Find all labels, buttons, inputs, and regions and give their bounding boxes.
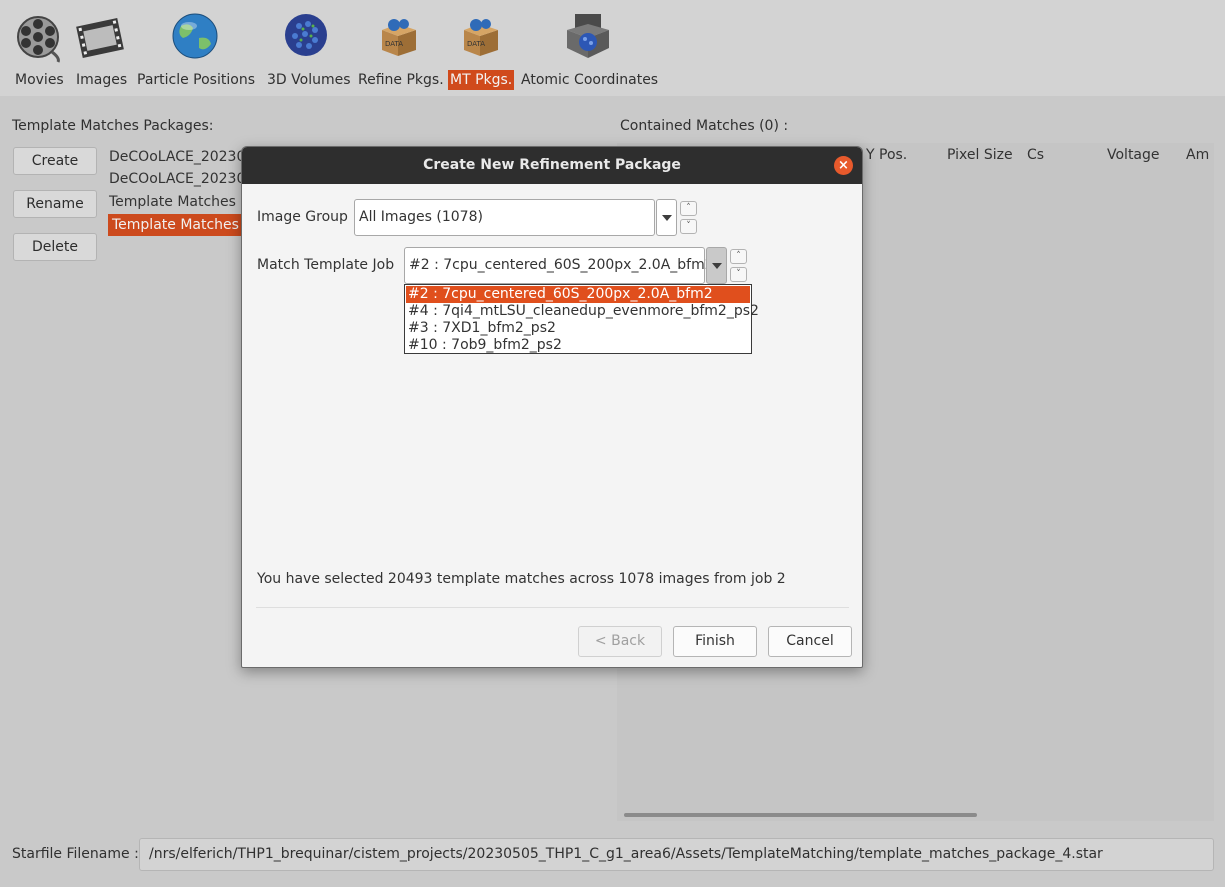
column-header[interactable]: Pixel Size: [947, 147, 1013, 163]
spin-down-icon[interactable]: ˅: [730, 267, 747, 282]
film-strip-icon: [74, 12, 126, 64]
spin-up-icon[interactable]: ˄: [730, 249, 747, 264]
toolbar-item-particle-positions[interactable]: Particle Positions: [135, 0, 259, 96]
spin-down-icon[interactable]: ˅: [680, 219, 697, 234]
dialog-title: Create New Refinement Package: [242, 147, 862, 184]
column-header[interactable]: Y Pos.: [866, 147, 907, 163]
starfile-label: Starfile Filename :: [12, 846, 139, 862]
toolbar-item-images[interactable]: Images: [73, 0, 127, 96]
atomic-model-icon: [563, 12, 615, 64]
toolbar-item-mt-pkgs[interactable]: DATA MT Pkgs.: [447, 0, 515, 96]
dropdown-option[interactable]: #3 : 7XD1_bfm2_ps2: [406, 320, 750, 337]
cancel-button[interactable]: Cancel: [768, 626, 852, 657]
close-icon[interactable]: ×: [834, 156, 853, 175]
contained-matches-heading: Contained Matches (0) :: [620, 118, 789, 134]
dropdown-option-selected[interactable]: #2 : 7cpu_centered_60S_200px_2.0A_bfm2: [406, 286, 750, 303]
data-box-icon: DATA: [456, 12, 508, 64]
spin-up-icon[interactable]: ˄: [680, 201, 697, 216]
match-template-job-select[interactable]: #2 : 7cpu_centered_60S_200px_2.0A_bfm2: [404, 247, 714, 284]
toolbar-item-atomic-coordinates[interactable]: Atomic Coordinates: [519, 0, 659, 96]
data-box-icon: DATA: [374, 12, 426, 64]
column-header[interactable]: Am: [1186, 147, 1209, 163]
selection-status: You have selected 20493 template matches…: [257, 571, 786, 587]
toolbar-item-movies[interactable]: Movies: [12, 0, 66, 96]
create-refinement-package-dialog: Create New Refinement Package × Image Gr…: [241, 146, 863, 668]
match-template-job-label: Match Template Job: [257, 257, 395, 273]
molecule-sphere-icon: [283, 12, 335, 64]
chevron-down-icon[interactable]: [656, 199, 677, 236]
chevron-down-icon[interactable]: [706, 247, 727, 284]
list-item[interactable]: DeCOoLACE_202305: [109, 168, 254, 190]
create-button[interactable]: Create: [13, 147, 97, 175]
image-group-select[interactable]: All Images (1078): [354, 199, 655, 236]
dropdown-option[interactable]: #4 : 7qi4_mtLSU_cleanedup_evenmore_bfm2_…: [406, 303, 759, 320]
packages-heading: Template Matches Packages:: [12, 118, 214, 134]
toolbar-label: 3D Volumes: [267, 72, 351, 88]
toolbar-label: Movies: [15, 72, 64, 88]
toolbar-item-3d-volumes[interactable]: 3D Volumes: [265, 0, 351, 96]
column-header[interactable]: Cs: [1027, 147, 1044, 163]
toolbar-item-refine-pkgs[interactable]: DATA Refine Pkgs.: [356, 0, 444, 96]
finish-button[interactable]: Finish: [673, 626, 757, 657]
list-item-selected[interactable]: Template Matches P: [108, 214, 256, 236]
film-reel-icon: [14, 12, 66, 64]
column-header[interactable]: Voltage: [1107, 147, 1160, 163]
toolbar-label: Images: [76, 72, 128, 88]
delete-button[interactable]: Delete: [13, 233, 97, 261]
list-item[interactable]: DeCOoLACE_202305: [109, 146, 254, 168]
dropdown-option[interactable]: #10 : 7ob9_bfm2_ps2: [406, 337, 750, 354]
toolbar-label: MT Pkgs.: [448, 70, 515, 90]
rename-button[interactable]: Rename: [13, 190, 97, 218]
match-template-job-dropdown[interactable]: #2 : 7cpu_centered_60S_200px_2.0A_bfm2 #…: [404, 284, 759, 354]
toolbar-label: Atomic Coordinates: [521, 72, 659, 88]
divider: [256, 607, 849, 608]
toolbar-label: Refine Pkgs.: [358, 72, 444, 88]
starfile-field[interactable]: /nrs/elferich/THP1_brequinar/cistem_proj…: [139, 838, 1214, 871]
svg-text:DATA: DATA: [385, 40, 403, 48]
toolbar-label: Particle Positions: [137, 72, 255, 88]
main-toolbar: Movies Images Particle Positions 3D Volu…: [0, 0, 1225, 96]
image-group-label: Image Group: [257, 209, 348, 225]
svg-text:DATA: DATA: [467, 40, 485, 48]
list-item[interactable]: Template Matches P: [109, 191, 249, 213]
back-button[interactable]: < Back: [578, 626, 662, 657]
globe-icon: [171, 12, 223, 64]
horizontal-scrollbar[interactable]: [624, 813, 977, 817]
